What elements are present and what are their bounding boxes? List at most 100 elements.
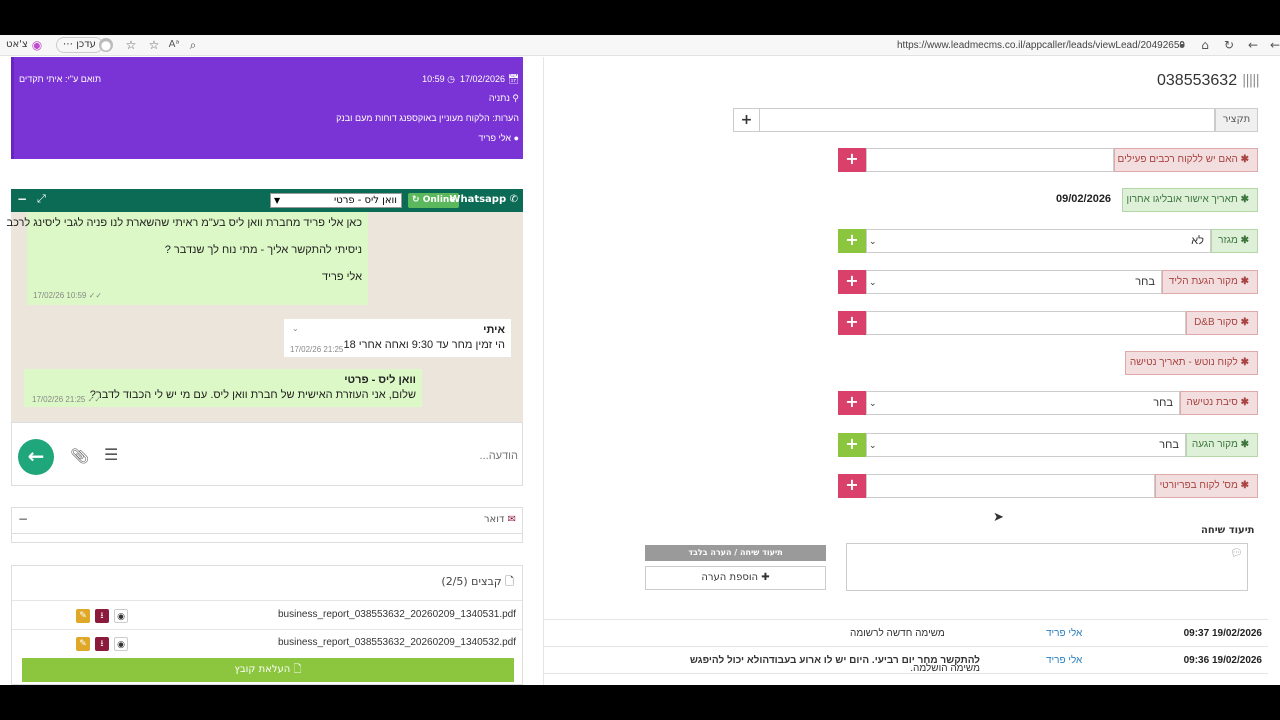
avatar-icon[interactable]: ●	[99, 38, 113, 52]
lock-icon: 🔒︎	[1179, 39, 1185, 50]
back-icon[interactable]: ←	[1246, 38, 1260, 52]
mail-title: דואר ✉	[484, 514, 516, 525]
chat-label[interactable]: צ'אט	[6, 39, 28, 50]
refresh-icon[interactable]: ↻	[1222, 38, 1236, 52]
download-icon[interactable]: ⭳	[95, 609, 109, 623]
message-time: 17/02/26 21:25	[290, 345, 344, 354]
obligo-date-value[interactable]: 09/02/2026	[1056, 193, 1111, 205]
message-line: אלי פריד	[322, 271, 362, 283]
message-time-text: 17/02/26 21:25	[32, 395, 86, 404]
active-vehicles-input[interactable]	[866, 148, 1114, 172]
sender-select[interactable]: וואן ליס - פרטי ▼	[270, 193, 402, 208]
collapse-icon[interactable]: −	[18, 512, 28, 526]
required-icon: ✱	[1240, 154, 1249, 165]
required-icon: ✱	[1240, 276, 1249, 287]
mouse-cursor-icon: ➤	[993, 510, 1004, 525]
required-icon: ✱	[1240, 480, 1249, 491]
sector-label: ✱ מגזר	[1211, 229, 1258, 253]
send-button[interactable]: ←	[18, 439, 54, 475]
attach-icon[interactable]: 📎︎	[70, 447, 89, 465]
mail-panel: − דואר ✉	[11, 507, 523, 543]
file-name[interactable]: business_report_038553632_20260209_13405…	[278, 637, 516, 648]
required-icon: ✱	[1240, 439, 1249, 450]
upload-file-button[interactable]: העלאת קובץ 🗋	[22, 658, 514, 682]
files-title-text: קבצים (2/5)	[441, 575, 502, 588]
view-icon[interactable]: ◉	[114, 637, 128, 651]
forward-icon[interactable]: ←	[1268, 38, 1280, 52]
download-icon[interactable]: ⭳	[95, 637, 109, 651]
minimize-icon[interactable]: −	[17, 192, 27, 206]
view-icon[interactable]: ◉	[114, 609, 128, 623]
sender-select-value: וואן ליס - פרטי	[333, 195, 397, 206]
lead-source-select[interactable]: בחר ⌄	[866, 270, 1162, 294]
files-title: קבצים (2/5) 🗋	[441, 573, 514, 592]
sector-add-button[interactable]: +	[838, 229, 866, 253]
churn-reason-add-button[interactable]: +	[838, 391, 866, 415]
lead-source-add-button[interactable]: +	[838, 270, 866, 294]
address-bar[interactable]: https://www.leadmecms.co.il/appcaller/le…	[897, 40, 1185, 51]
message-bubble: וואן ליס - פרטי שלום, אני העוזרת האישית …	[24, 369, 422, 407]
arrival-source-add-button[interactable]: +	[838, 433, 866, 457]
field-label: לקוח נוטש - תאריך נטישה	[1129, 357, 1238, 368]
call-doc-title: תיעוד שיחה	[1201, 525, 1255, 536]
home-icon[interactable]: ⌂	[1198, 38, 1212, 52]
churn-reason-select[interactable]: בחר ⌄	[866, 391, 1180, 415]
message-sender: איתי	[483, 324, 505, 336]
history-agent[interactable]: אלי פריד	[1046, 628, 1082, 639]
field-label: מקור הגעה	[1191, 439, 1238, 450]
summary-input[interactable]	[760, 108, 1215, 132]
history-datetime: 09:36 19/02/2026	[1183, 655, 1262, 666]
profile-label: עדכן	[76, 39, 96, 50]
whatsapp-header: − ⤢ וואן ליס - פרטי ▼ ↻ Online Whatsapp …	[11, 189, 523, 212]
dnb-input[interactable]	[866, 311, 1186, 335]
sector-select-value: לא	[1191, 235, 1204, 247]
chevron-down-icon: ⌄	[869, 398, 877, 408]
whatsapp-title-text: Whatsapp	[449, 194, 507, 205]
expand-icon[interactable]: ⤢	[37, 192, 46, 206]
message-line: כאן אלי פריד מחברת וואן ליס בע"מ ראיתי ש…	[6, 217, 362, 229]
edit-icon[interactable]: ✎	[76, 609, 90, 623]
message-time: 17/02/26 21:25 ✓✓	[32, 395, 102, 404]
templates-icon[interactable]: ☰	[104, 445, 118, 464]
comment-icon: 💬︎	[1230, 548, 1243, 559]
message-text: שלום, אני העוזרת האישית של חברת וואן ליס…	[89, 389, 416, 401]
history-row-partial	[544, 673, 1268, 685]
priority-number-add-button[interactable]: +	[838, 474, 866, 498]
mail-panel-header[interactable]: − דואר ✉	[12, 508, 522, 534]
call-note-button[interactable]: תיעוד שיחה / הערה בלבד	[645, 545, 826, 561]
app-screen: צ'אט ◉ ⋯ עדכן ● ☆ ☆ Aᵃ ⌕ https://www.lea…	[0, 35, 1280, 685]
history-row: 09:36 19/02/2026 אלי פריד משימה הושלמה. …	[544, 646, 1268, 674]
history-agent[interactable]: אלי פריד	[1046, 655, 1082, 666]
call-doc-textarea[interactable]	[846, 543, 1248, 591]
add-note-label: הוספת הערה	[701, 572, 759, 583]
required-icon: ✱	[1240, 235, 1249, 246]
field-label: תאריך אישור אובליגו אחרון	[1126, 194, 1238, 205]
add-summary-button[interactable]: +	[733, 108, 760, 132]
arrival-source-label: ✱ מקור הגעה	[1186, 433, 1258, 457]
profile-button[interactable]: ⋯ עדכן	[56, 37, 103, 53]
search-icon[interactable]: ⌕	[186, 38, 200, 52]
file-name[interactable]: business_report_038553632_20260209_13405…	[278, 609, 516, 620]
read-aloud-icon[interactable]: Aᵃ	[167, 38, 181, 52]
field-label: האם יש ללקוח רכבים פעילים	[1117, 154, 1238, 165]
priority-number-input[interactable]	[866, 474, 1155, 498]
message-input[interactable]	[142, 445, 518, 467]
appointment-date: 17/02/2026	[460, 74, 506, 84]
sector-select[interactable]: לא ⌄	[866, 229, 1211, 253]
agent-text: ● אלי פריד	[478, 133, 519, 143]
edit-icon[interactable]: ✎	[76, 637, 90, 651]
message-text: הי זמין מחר עד 9:30 ואחה אחרי 18	[343, 339, 505, 351]
active-vehicles-add-button[interactable]: +	[838, 148, 866, 172]
message-time: 17/02/26 10:59 ✓✓	[33, 291, 103, 300]
required-icon: ✱	[1240, 194, 1249, 205]
dnb-add-button[interactable]: +	[838, 311, 866, 335]
browser-toolbar: צ'אט ◉ ⋯ עדכן ● ☆ ☆ Aᵃ ⌕ https://www.lea…	[0, 35, 1280, 56]
favorites-icon[interactable]: ☆	[124, 38, 138, 52]
copilot-icon[interactable]: ◉	[30, 38, 44, 52]
chevron-down-icon: ▼	[274, 196, 281, 205]
arrival-source-select[interactable]: בחר ⌄	[866, 433, 1186, 457]
add-note-button[interactable]: הוספת הערה ✚	[645, 566, 826, 590]
add-favorite-icon[interactable]: ☆	[147, 38, 161, 52]
files-panel: קבצים (2/5) 🗋 business_report_038553632_…	[11, 565, 523, 685]
message-bubble: ⌄ איתי הי זמין מחר עד 9:30 ואחה אחרי 18 …	[284, 319, 511, 357]
